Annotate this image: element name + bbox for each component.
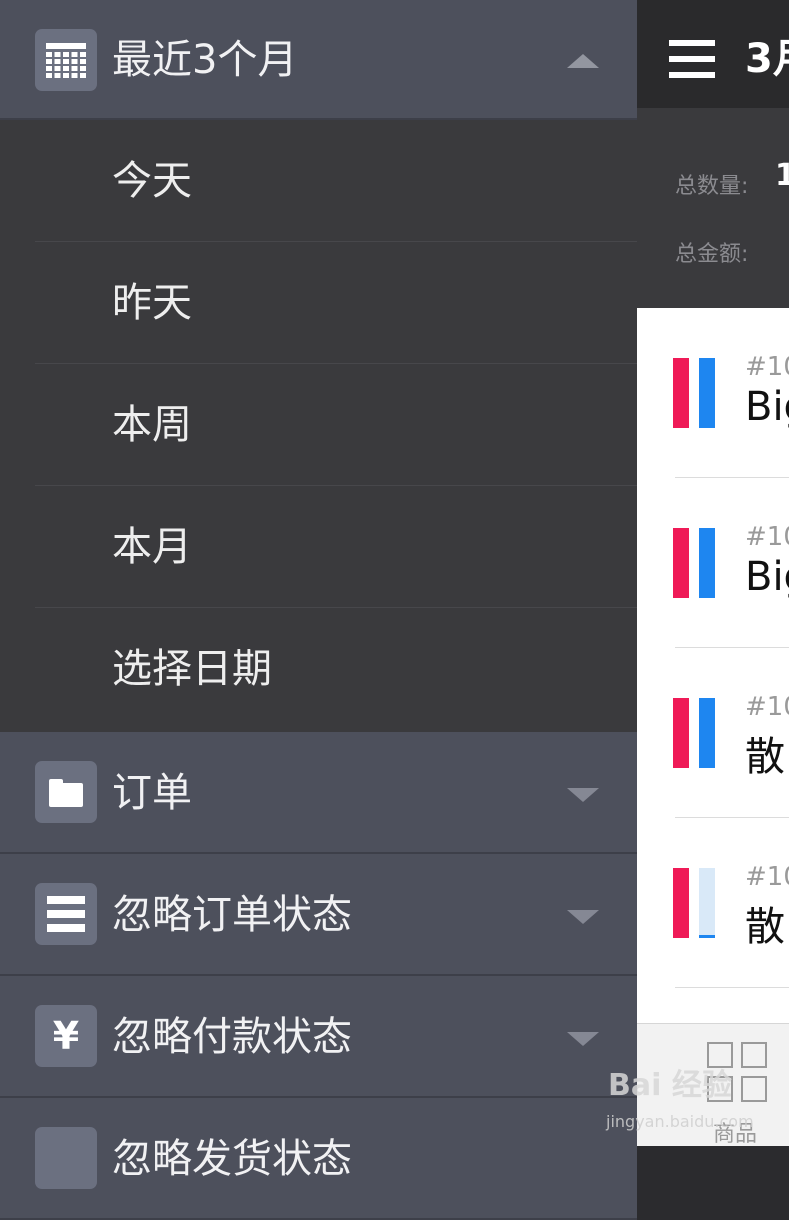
- order-name: 散: [745, 904, 785, 950]
- date-option-pick-date[interactable]: 选择日期: [0, 608, 637, 730]
- divider: [675, 987, 789, 988]
- status-bar-red: [673, 698, 689, 768]
- total-quantity-value: 1: [775, 158, 789, 193]
- order-name: Big: [745, 554, 789, 600]
- date-range-label: 最近3个月: [112, 37, 298, 83]
- status-bar-blue: [699, 358, 715, 428]
- ignore-payment-status-label: 忽略付款状态: [112, 1014, 352, 1060]
- status-bar-blue: [699, 698, 715, 768]
- status-bar-red: [673, 868, 689, 938]
- yen-icon: ¥: [35, 1005, 97, 1067]
- total-quantity-label: 总数量:: [675, 174, 749, 199]
- order-number: #10: [745, 692, 789, 722]
- list-icon: [35, 883, 97, 945]
- date-range-section-header[interactable]: 最近3个月: [0, 0, 637, 120]
- order-row[interactable]: #10 Big: [637, 478, 789, 648]
- chevron-down-icon: [567, 788, 599, 802]
- page-title: 3月: [745, 36, 789, 82]
- status-bar-blue: [699, 868, 715, 938]
- total-amount-label: 总金额:: [675, 242, 749, 267]
- list-icon: [35, 1127, 97, 1189]
- ignore-shipping-status-header[interactable]: 忽略发货状态: [0, 1098, 637, 1220]
- top-bar: 3月: [637, 0, 789, 108]
- summary-panel: 总数量: 1 总金额:: [637, 108, 789, 308]
- ignore-payment-status-header[interactable]: ¥ 忽略付款状态: [0, 976, 637, 1098]
- folder-icon: [35, 761, 97, 823]
- date-option-label: 昨天: [112, 280, 192, 326]
- order-row[interactable]: #10 Big: [637, 308, 789, 478]
- date-option-today[interactable]: 今天: [0, 120, 637, 242]
- date-option-this-week[interactable]: 本周: [0, 364, 637, 486]
- status-bar-red: [673, 358, 689, 428]
- date-option-this-month[interactable]: 本月: [0, 486, 637, 608]
- orders-main-panel: 3月 总数量: 1 总金额: #10 Big #10 Big #10 散 #10…: [637, 0, 789, 1146]
- order-number: #10: [745, 352, 789, 382]
- baidu-watermark: Bai 经验: [608, 1068, 732, 1103]
- ignore-order-status-header[interactable]: 忽略订单状态: [0, 854, 637, 976]
- status-bar-blue: [699, 528, 715, 598]
- baidu-watermark-url: jingyan.baidu.com: [606, 1112, 754, 1131]
- chevron-down-icon: [567, 1032, 599, 1046]
- status-bar-red: [673, 528, 689, 598]
- orders-section-header[interactable]: 订单: [0, 732, 637, 854]
- ignore-shipping-status-label: 忽略发货状态: [112, 1136, 352, 1182]
- order-name: Big: [745, 384, 789, 430]
- ignore-order-status-label: 忽略订单状态: [112, 892, 352, 938]
- date-options-list: 今天 昨天 本周 本月 选择日期: [0, 120, 637, 732]
- chevron-down-icon: [567, 910, 599, 924]
- chevron-up-icon: [567, 54, 599, 68]
- filter-drawer: 最近3个月 今天 昨天 本周 本月 选择日期 订单 忽略订单状态 ¥ 忽略付款状…: [0, 0, 637, 1220]
- date-option-label: 今天: [112, 158, 192, 204]
- order-number: #10: [745, 522, 789, 552]
- order-row[interactable]: #10 散: [637, 818, 789, 988]
- order-name: 散: [745, 734, 785, 780]
- order-row[interactable]: #10 散: [637, 648, 789, 818]
- calendar-icon: [35, 29, 97, 91]
- date-option-label: 本月: [112, 524, 192, 570]
- date-option-label: 选择日期: [112, 646, 272, 692]
- order-number: #10: [745, 862, 789, 892]
- date-option-label: 本周: [112, 402, 192, 448]
- orders-label: 订单: [112, 770, 192, 816]
- date-option-yesterday[interactable]: 昨天: [0, 242, 637, 364]
